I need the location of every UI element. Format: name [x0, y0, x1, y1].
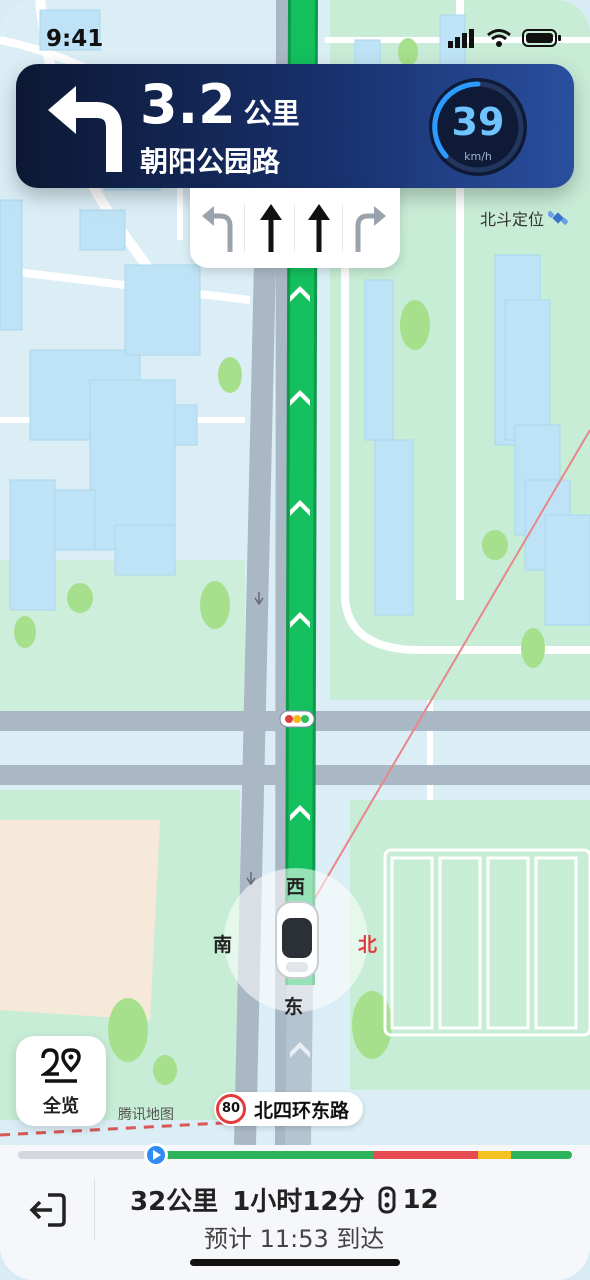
battery-icon — [522, 29, 561, 47]
distance-to-turn: 3.2 公里 — [140, 78, 300, 132]
navigation-screen: 西 南 北 东 9:41 3.2 公里 朝阳公园路 39 km/h 北斗定位 全… — [0, 0, 590, 1280]
traffic-segment-smooth — [156, 1151, 373, 1159]
map-watermark: 腾讯地图 — [118, 1107, 174, 1123]
beidou-positioning-indicator: 北斗定位 — [480, 206, 568, 230]
trip-stats: 32公里 1小时12分 12 — [130, 1181, 439, 1218]
lane-straight-icon — [260, 204, 282, 252]
lane-straight-icon — [308, 204, 330, 252]
status-time: 9:41 — [46, 26, 104, 52]
current-road-tag: 80 北四环东路 — [214, 1092, 364, 1126]
route-progress-bar — [18, 1151, 572, 1159]
speedometer: 39 km/h — [429, 78, 527, 176]
next-road-name: 朝阳公园路 — [140, 145, 281, 178]
lane-guidance — [190, 188, 400, 268]
compass-east-label: 东 — [284, 996, 304, 1018]
eta-text: 预计 11:53 到达 — [204, 1225, 385, 1253]
wifi-icon — [487, 29, 511, 47]
play-triangle-icon — [153, 1150, 161, 1160]
distance-value: 3.2 — [140, 73, 236, 136]
traffic-segment-slow — [477, 1151, 512, 1159]
progress-position-icon — [144, 1143, 168, 1167]
traffic-segment-congested — [372, 1151, 478, 1159]
exit-navigation-icon[interactable] — [26, 1189, 68, 1231]
cellular-signal-icon — [448, 29, 474, 48]
lane-left-turn-icon — [202, 206, 233, 252]
compass-west-label: 西 — [286, 876, 306, 898]
vehicle-position-icon — [275, 901, 319, 979]
overview-route-icon — [41, 1048, 81, 1083]
compass-north-label: 北 — [358, 934, 378, 956]
remaining-time: 1小时12分 — [232, 1187, 365, 1217]
speed-limit-badge: 80 — [216, 1094, 246, 1124]
lane-right-turn-icon — [355, 206, 386, 252]
overview-label: 全览 — [43, 1096, 79, 1117]
turn-left-arrow-icon — [48, 86, 122, 172]
home-indicator[interactable] — [190, 1259, 400, 1266]
divider — [94, 1179, 95, 1241]
turn-guidance-banner[interactable]: 3.2 公里 朝阳公园路 39 km/h — [16, 64, 574, 188]
status-bar: 9:41 — [0, 0, 590, 60]
beidou-label: 北斗定位 — [479, 210, 544, 229]
speed-unit: km/h — [464, 150, 492, 163]
distance-unit: 公里 — [243, 97, 300, 130]
current-road-name: 北四环东路 — [254, 1099, 350, 1122]
overview-button[interactable]: 全览 — [16, 1036, 106, 1126]
traffic-light-count: 12 — [402, 1184, 439, 1215]
compass-south-label: 南 — [213, 934, 233, 956]
satellite-icon — [548, 210, 568, 226]
traffic-light-icon — [378, 1186, 396, 1213]
traffic-segment-smooth — [511, 1151, 572, 1159]
remaining-distance: 32公里 — [130, 1187, 219, 1217]
current-speed: 39 — [451, 100, 505, 144]
